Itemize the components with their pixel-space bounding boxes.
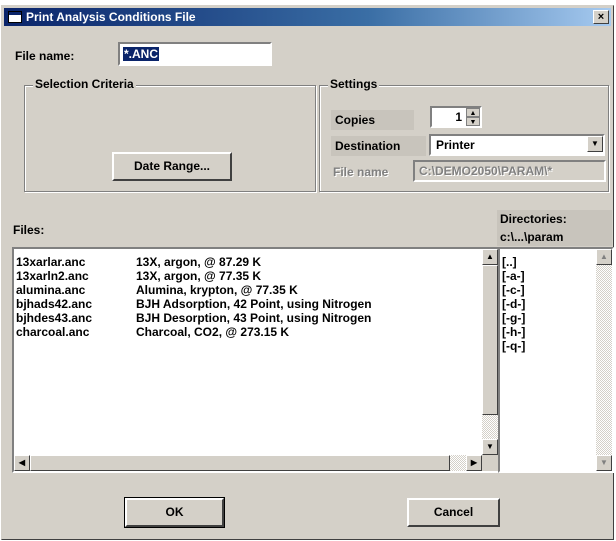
files-hscroll-thumb[interactable] — [30, 455, 450, 471]
file-row[interactable]: bjhdes43.anc BJH Desorption, 43 Point, us… — [16, 311, 478, 325]
file-row-name: 13xarlar.anc — [16, 255, 86, 269]
settings-file-name-input: C:\DEMO2050\PARAM\* — [413, 160, 606, 182]
directories-path: c:\...\param — [497, 228, 612, 246]
scroll-right-arrow-icon[interactable]: ▶ — [466, 455, 482, 471]
dir-scroll-down-arrow-icon: ▼ — [596, 455, 612, 471]
date-range-button[interactable]: Date Range... — [112, 152, 232, 181]
file-row[interactable]: charcoal.anc Charcoal, CO2, @ 273.15 K — [16, 325, 478, 339]
copies-stepper[interactable]: 1 ▲ ▼ — [430, 106, 482, 128]
file-row-description: Alumina, krypton, @ 77.35 K — [136, 283, 298, 297]
window-title: Print Analysis Conditions File — [26, 10, 196, 24]
close-button[interactable]: × — [593, 10, 609, 24]
scroll-corner — [482, 455, 498, 471]
files-vscroll-thumb[interactable] — [482, 265, 498, 415]
scroll-left-arrow-icon[interactable]: ◀ — [14, 455, 30, 471]
destination-value: Printer — [436, 138, 475, 152]
window-icon — [8, 11, 22, 23]
cancel-button[interactable]: Cancel — [407, 498, 500, 527]
file-row-name: bjhads42.anc — [16, 297, 93, 311]
file-row[interactable]: 13xarlar.anc 13X, argon, @ 87.29 K — [16, 255, 478, 269]
directories-list[interactable]: [..] [-a-] [-c-] [-d-] [-g-] [-h-] [-q-] ▲ ▼ — [498, 247, 614, 473]
directory-item[interactable]: [-q-] — [502, 339, 525, 353]
ok-button[interactable]: OK — [124, 497, 225, 528]
ok-button-label: OK — [165, 505, 184, 519]
copies-label: Copies — [331, 110, 414, 130]
dir-scroll-up-arrow-icon: ▲ — [596, 249, 612, 265]
file-row-description: BJH Desorption, 43 Point, using Nitrogen — [136, 311, 372, 325]
chevron-down-icon[interactable]: ▼ — [587, 136, 603, 152]
file-row-name: charcoal.anc — [16, 325, 90, 339]
settings-file-name-label: File name — [333, 165, 389, 179]
date-range-button-label: Date Range... — [133, 159, 211, 173]
file-row[interactable]: alumina.anc Alumina, krypton, @ 77.35 K — [16, 283, 478, 297]
file-row-name: bjhdes43.anc — [16, 311, 93, 325]
destination-select[interactable]: Printer ▼ — [429, 134, 605, 156]
file-row-description: Charcoal, CO2, @ 273.15 K — [136, 325, 290, 339]
file-row-description: 13X, argon, @ 77.35 K — [136, 269, 262, 283]
scroll-down-arrow-icon[interactable]: ▼ — [482, 439, 498, 455]
selection-criteria-title: Selection Criteria — [33, 77, 136, 91]
directories-vscroll-track — [596, 249, 612, 471]
file-name-input[interactable]: *.ANC — [118, 42, 272, 66]
directory-item[interactable]: [..] — [502, 255, 525, 269]
settings-file-name-value: C:\DEMO2050\PARAM\* — [419, 164, 553, 178]
directory-item[interactable]: [-d-] — [502, 297, 525, 311]
directory-item[interactable]: [-h-] — [502, 325, 525, 339]
file-row[interactable]: 13xarln2.anc 13X, argon, @ 77.35 K — [16, 269, 478, 283]
copies-down-arrow-icon[interactable]: ▼ — [466, 117, 480, 126]
title-bar[interactable]: Print Analysis Conditions File × — [4, 8, 611, 26]
directory-item[interactable]: [-g-] — [502, 311, 525, 325]
settings-title: Settings — [328, 77, 380, 91]
cancel-button-label: Cancel — [433, 505, 474, 519]
file-name-label: File name: — [15, 49, 75, 63]
directory-item[interactable]: [-a-] — [502, 269, 525, 283]
file-row-name: 13xarln2.anc — [16, 269, 89, 283]
print-analysis-dialog: Print Analysis Conditions File × File na… — [1, 5, 614, 540]
directories-rows: [..] [-a-] [-c-] [-d-] [-g-] [-h-] [-q-] — [502, 255, 525, 353]
file-name-value: *.ANC — [123, 47, 160, 61]
file-row[interactable]: bjhads42.anc BJH Adsorption, 42 Point, us… — [16, 297, 478, 311]
copies-value: 1 — [455, 110, 462, 124]
destination-label: Destination — [331, 136, 426, 156]
directory-item[interactable]: [-c-] — [502, 283, 525, 297]
files-list[interactable]: 13xarlar.anc 13X, argon, @ 87.29 K 13xarln… — [12, 247, 500, 473]
scroll-up-arrow-icon[interactable]: ▲ — [482, 249, 498, 265]
directories-label: Directories: — [497, 210, 612, 228]
files-rows: 13xarlar.anc 13X, argon, @ 87.29 K 13xarln… — [16, 255, 478, 339]
copies-up-arrow-icon[interactable]: ▲ — [466, 108, 480, 117]
file-row-description: 13X, argon, @ 87.29 K — [136, 255, 262, 269]
file-row-description: BJH Adsorption, 42 Point, using Nitrogen — [136, 297, 372, 311]
files-label: Files: — [13, 223, 45, 237]
file-row-name: alumina.anc — [16, 283, 86, 297]
